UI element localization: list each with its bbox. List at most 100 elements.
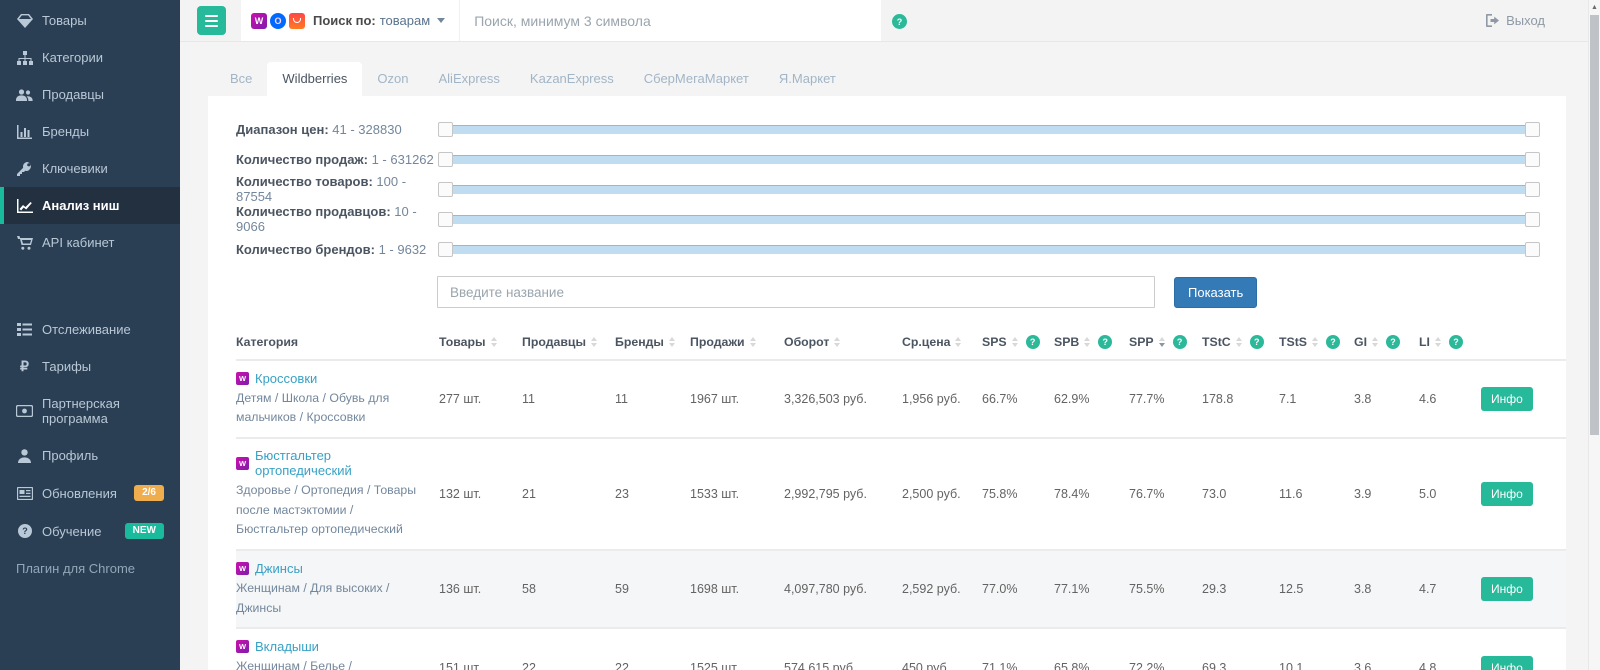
table-row: WВкладыши Женщинам / Белье / Аксессуары … <box>236 628 1566 670</box>
column-help-icon[interactable]: ? <box>1250 335 1264 349</box>
category-link[interactable]: WКроссовки <box>236 371 317 386</box>
marketplace-tab[interactable]: Я.Маркет <box>764 62 851 96</box>
column-header[interactable]: Товары <box>439 324 522 360</box>
category-link[interactable]: WВкладыши <box>236 639 319 654</box>
column-header[interactable]: SPS? <box>982 324 1054 360</box>
sps-cell: 77.0% <box>982 550 1054 628</box>
range-slider[interactable] <box>439 185 1539 194</box>
info-button[interactable]: Инфо <box>1481 577 1533 601</box>
info-button[interactable]: Инфо <box>1481 656 1533 670</box>
column-header[interactable]: SPB? <box>1054 324 1129 360</box>
range-slider[interactable] <box>439 215 1539 224</box>
category-name-input[interactable] <box>437 276 1155 308</box>
info-button[interactable]: Инфо <box>1481 387 1533 411</box>
sidebar-item-categories[interactable]: Категории <box>0 39 180 76</box>
sidebar-item-tracking[interactable]: Отслеживание <box>0 311 180 348</box>
sidebar-item-keywords[interactable]: Ключевики <box>0 150 180 187</box>
global-search-input[interactable] <box>460 0 881 41</box>
sidebar-item-tariffs[interactable]: ₽ Тарифы <box>0 348 180 385</box>
revenue-cell: 4,097,780 руб. <box>784 550 902 628</box>
slider-handle-min[interactable] <box>438 182 453 197</box>
sort-icon[interactable] <box>750 337 756 347</box>
sort-icon[interactable] <box>591 337 597 347</box>
search-scope-dropdown[interactable]: W O Поиск по: товарам <box>241 0 460 41</box>
bar-chart-icon <box>16 124 33 139</box>
sort-icon[interactable] <box>1372 337 1378 347</box>
marketplace-tab[interactable]: Ozon <box>362 62 423 96</box>
sort-icon[interactable] <box>834 337 840 347</box>
column-header[interactable]: TStC? <box>1202 324 1279 360</box>
column-header[interactable]: LI? <box>1419 324 1481 360</box>
column-header[interactable]: TStS? <box>1279 324 1354 360</box>
sort-icon[interactable] <box>955 337 961 347</box>
column-header[interactable]: Бренды <box>615 324 690 360</box>
category-link[interactable]: WДжинсы <box>236 561 303 576</box>
category-link[interactable]: WБюстгальтер ортопедический <box>236 448 431 478</box>
sidebar-item-api-cabinet[interactable]: API кабинет <box>0 224 180 261</box>
sort-icon[interactable] <box>1012 337 1018 347</box>
info-button[interactable]: Инфо <box>1481 482 1533 506</box>
tab-label: СберМегаМаркет <box>644 71 749 86</box>
logout-button[interactable]: Выход <box>1486 0 1545 41</box>
scrollbar-thumb[interactable] <box>1590 15 1599 435</box>
column-header[interactable]: SPP? <box>1129 324 1202 360</box>
column-help-icon[interactable]: ? <box>1173 335 1187 349</box>
marketplace-tab[interactable]: KazanExpress <box>515 62 629 96</box>
sidebar-item-label: Товары <box>42 13 87 28</box>
column-header[interactable]: GI? <box>1354 324 1419 360</box>
column-help-icon[interactable]: ? <box>1326 335 1340 349</box>
sidebar-item-partner-program[interactable]: Партнерская программа <box>0 385 180 437</box>
sort-icon[interactable] <box>1236 337 1242 347</box>
marketplace-tab[interactable]: Все <box>215 62 267 96</box>
scroll-up-arrow[interactable]: ▲ <box>1589 0 1600 14</box>
sidebar-item-education[interactable]: ? Обучение NEW <box>0 512 180 550</box>
column-header[interactable]: Оборот <box>784 324 902 360</box>
slider-handle-max[interactable] <box>1525 182 1540 197</box>
column-header[interactable] <box>1481 324 1566 360</box>
sign-out-icon <box>1486 14 1500 27</box>
slider-handle-max[interactable] <box>1525 122 1540 137</box>
column-help-icon[interactable]: ? <box>1449 335 1463 349</box>
slider-handle-min[interactable] <box>438 242 453 257</box>
range-slider[interactable] <box>439 125 1539 134</box>
show-button[interactable]: Показать <box>1174 277 1257 308</box>
marketplace-tab[interactable]: СберМегаМаркет <box>629 62 764 96</box>
menu-toggle-button[interactable] <box>197 6 226 35</box>
marketplace-tab[interactable]: AliExpress <box>424 62 515 96</box>
slider-handle-max[interactable] <box>1525 242 1540 257</box>
sort-icon[interactable] <box>669 337 675 347</box>
sort-icon[interactable] <box>1084 337 1090 347</box>
slider-handle-min[interactable] <box>438 212 453 227</box>
column-header[interactable]: Продавцы <box>522 324 615 360</box>
slider-handle-min[interactable] <box>438 152 453 167</box>
search-help-icon[interactable]: ? <box>892 14 907 29</box>
marketplace-tab[interactable]: Wildberries <box>267 62 362 96</box>
range-slider[interactable] <box>439 155 1539 164</box>
column-header[interactable]: Ср.цена <box>902 324 982 360</box>
sidebar-item-label: Категории <box>42 50 103 65</box>
slider-handle-min[interactable] <box>438 122 453 137</box>
sidebar-item-brands[interactable]: Бренды <box>0 113 180 150</box>
sidebar-item-profile[interactable]: Профиль <box>0 437 180 474</box>
sidebar-item-products[interactable]: Товары <box>0 2 180 39</box>
sidebar-item-chrome-plugin[interactable]: Плагин для Chrome <box>0 550 180 587</box>
slider-handle-max[interactable] <box>1525 152 1540 167</box>
column-help-icon[interactable]: ? <box>1386 335 1400 349</box>
sidebar-item-niche-analysis[interactable]: Анализ ниш <box>0 187 180 224</box>
column-header[interactable]: Категория <box>236 324 439 360</box>
column-help-icon[interactable]: ? <box>1098 335 1112 349</box>
column-header[interactable]: Продажи <box>690 324 784 360</box>
column-help-icon[interactable]: ? <box>1026 335 1040 349</box>
sort-icon[interactable] <box>1312 337 1318 347</box>
brands-cell: 59 <box>615 550 690 628</box>
newspaper-icon <box>16 486 33 501</box>
sidebar-item-sellers[interactable]: Продавцы <box>0 76 180 113</box>
page-scrollbar[interactable]: ▲ <box>1588 0 1600 670</box>
range-slider[interactable] <box>439 245 1539 254</box>
column-label: SPS <box>982 335 1007 349</box>
sort-icon[interactable] <box>491 337 497 347</box>
sort-icon[interactable] <box>1159 337 1165 347</box>
sidebar-item-updates[interactable]: Обновления 2/6 <box>0 474 180 512</box>
sort-icon[interactable] <box>1435 337 1441 347</box>
slider-handle-max[interactable] <box>1525 212 1540 227</box>
